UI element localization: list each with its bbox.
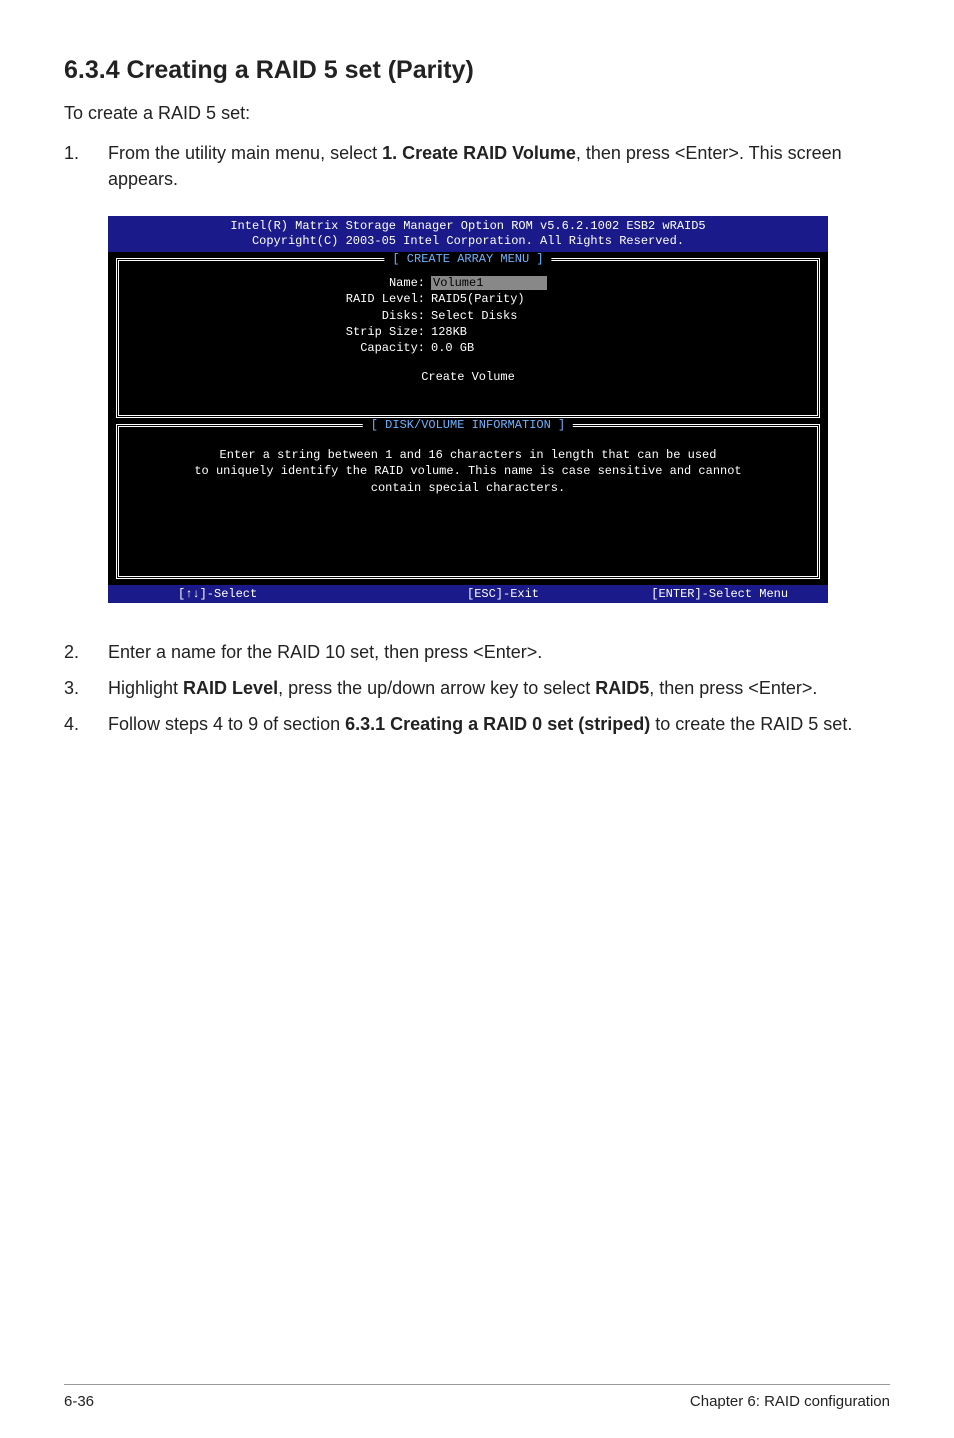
field-raid-level: RAID Level: RAID5(Parity) [129,291,807,307]
footer-enter-hint: [ENTER]-Select Menu [611,587,828,601]
step-text: Follow steps 4 to 9 of section 6.3.1 Cre… [108,711,890,737]
info-text: Enter a string between 1 and 16 characte… [129,447,807,496]
intro-text: To create a RAID 5 set: [64,103,890,124]
step-2: 2. Enter a name for the RAID 10 set, the… [64,639,890,665]
step-text: Enter a name for the RAID 10 set, then p… [108,639,890,665]
capacity-value[interactable]: 0.0 GB [429,340,474,356]
strip-size-value[interactable]: 128KB [429,324,467,340]
step-number: 1. [64,140,108,192]
section-heading: 6.3.4 Creating a RAID 5 set (Parity) [64,56,890,85]
name-input[interactable]: Volume1 [431,276,485,290]
chapter-label: Chapter 6: RAID configuration [690,1393,890,1410]
create-volume-action[interactable]: Create Volume [129,370,807,384]
page-footer: 6-36 Chapter 6: RAID configuration [64,1384,890,1410]
panel-title: [ DISK/VOLUME INFORMATION ] [363,418,573,432]
create-array-panel: [ CREATE ARRAY MENU ] Name: Volume1 RAID… [116,258,820,418]
disks-value[interactable]: Select Disks [429,308,517,324]
footer-select-hint: [↑↓]-Select [108,587,395,601]
field-disks: Disks: Select Disks [129,308,807,324]
field-strip-size: Strip Size: 128KB [129,324,807,340]
step-4: 4. Follow steps 4 to 9 of section 6.3.1 … [64,711,890,737]
page-number: 6-36 [64,1393,94,1410]
console-header: Intel(R) Matrix Storage Manager Option R… [108,216,828,252]
step-3: 3. Highlight RAID Level, press the up/do… [64,675,890,701]
step-text: From the utility main menu, select 1. Cr… [108,140,890,192]
raid-level-value[interactable]: RAID5(Parity) [429,291,525,307]
step-text: Highlight RAID Level, press the up/down … [108,675,890,701]
step-number: 2. [64,639,108,665]
field-capacity: Capacity: 0.0 GB [129,340,807,356]
step-number: 3. [64,675,108,701]
panel-title: [ CREATE ARRAY MENU ] [384,252,551,266]
footer-exit-hint: [ESC]-Exit [395,587,612,601]
step-1: 1. From the utility main menu, select 1.… [64,140,890,192]
console-screenshot: Intel(R) Matrix Storage Manager Option R… [108,216,890,603]
disk-volume-info-panel: [ DISK/VOLUME INFORMATION ] Enter a stri… [116,424,820,579]
header-line: Intel(R) Matrix Storage Manager Option R… [108,219,828,234]
field-name: Name: Volume1 [129,275,807,291]
step-number: 4. [64,711,108,737]
header-line: Copyright(C) 2003-05 Intel Corporation. … [108,234,828,249]
console-footer: [↑↓]-Select [ESC]-Exit [ENTER]-Select Me… [108,585,828,603]
